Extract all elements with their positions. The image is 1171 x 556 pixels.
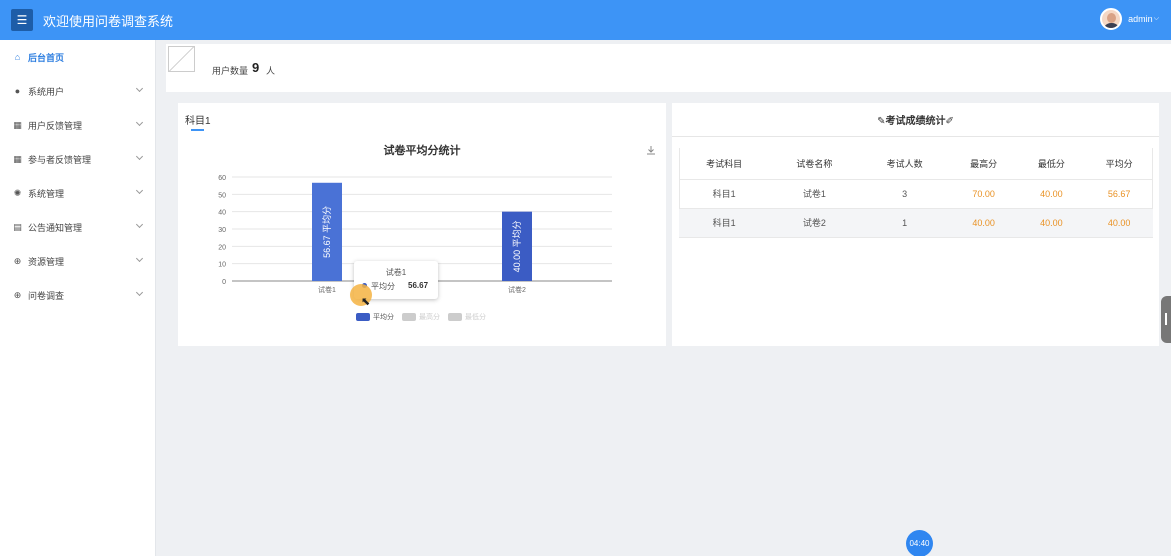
y-tick-label: 40 xyxy=(218,210,226,217)
sidebar-item-label: 问卷调查 xyxy=(28,290,65,301)
legend-swatch xyxy=(402,313,416,321)
user-icon: ● xyxy=(14,85,21,96)
table-cell: 40.00 xyxy=(949,208,1018,238)
chevron-down-icon[interactable]: ⌵ xyxy=(1154,15,1159,23)
y-tick-label: 10 xyxy=(218,262,226,269)
y-tick-label: 0 xyxy=(222,279,226,286)
column-header: 最高分 xyxy=(949,148,1018,180)
side-drawer-handle[interactable] xyxy=(1161,296,1171,343)
y-tick-label: 30 xyxy=(218,227,226,234)
sidebar-item-announcements[interactable]: ▤ 公告通知管理 xyxy=(0,210,155,244)
document-icon: ▤ xyxy=(13,221,22,232)
chevron-down-icon xyxy=(135,84,144,93)
table-title: ✎考试成绩统计✐ xyxy=(877,116,954,127)
table-cell: 试卷1 xyxy=(769,179,860,209)
sidebar-item-label: 后台首页 xyxy=(28,52,65,63)
table-cell: 40.00 xyxy=(1017,179,1086,209)
table-row[interactable]: 科目1 试卷1 3 70.00 40.00 56.67 xyxy=(679,179,1153,209)
user-menu[interactable]: admin ⌵ xyxy=(1100,8,1159,30)
mouse-pointer-icon: ⬉ xyxy=(361,296,371,308)
legend-item-max[interactable]: 最高分 xyxy=(402,312,440,322)
y-tick-label: 60 xyxy=(218,175,226,182)
table-cell: 70.00 xyxy=(949,179,1018,209)
score-table-panel: ✎考试成绩统计✐ 考试科目 试卷名称 考试人数 最高分 最低分 平均分 科目1 … xyxy=(672,103,1159,346)
legend-swatch xyxy=(448,313,462,321)
table-cell: 3 xyxy=(859,179,950,209)
sidebar-item-user-feedback[interactable]: ▦ 用户反馈管理 xyxy=(0,108,155,142)
column-header: 最低分 xyxy=(1017,148,1086,180)
grid-icon: ▦ xyxy=(13,119,22,130)
sidebar-item-label: 参与者反馈管理 xyxy=(28,154,92,165)
home-icon: ⌂ xyxy=(14,51,21,62)
sidebar: ⌂ 后台首页 ● 系统用户 ▦ 用户反馈管理 ▦ 参与者反馈管理 ✺ 系统管理 … xyxy=(0,40,156,556)
hamburger-icon[interactable]: ☰ xyxy=(11,9,33,31)
table-cell: 科目1 xyxy=(679,208,770,238)
bar-data-label: 40.00 平均分 xyxy=(511,220,522,272)
x-tick-label: 试卷1 xyxy=(318,285,336,294)
chevron-down-icon xyxy=(135,288,144,297)
score-table: 考试科目 试卷名称 考试人数 最高分 最低分 平均分 科目1 试卷1 3 70.… xyxy=(679,148,1153,238)
chevron-down-icon xyxy=(135,186,144,195)
chevron-down-icon xyxy=(135,220,144,229)
sidebar-item-label: 公告通知管理 xyxy=(28,222,83,233)
table-cell: 40.00 xyxy=(1017,208,1086,238)
stat-value: 9 xyxy=(252,60,260,75)
x-tick-label: 试卷2 xyxy=(508,285,526,294)
plus-circle-icon: ⊕ xyxy=(13,289,22,300)
sidebar-item-label: 资源管理 xyxy=(28,256,65,267)
sidebar-item-label: 系统管理 xyxy=(28,188,65,199)
table-cell: 40.00 xyxy=(1085,208,1153,238)
legend-item-min[interactable]: 最低分 xyxy=(448,312,486,322)
chevron-down-icon xyxy=(135,152,144,161)
avatar[interactable] xyxy=(1100,8,1123,30)
column-header: 平均分 xyxy=(1085,148,1153,180)
legend-label: 最高分 xyxy=(419,314,440,321)
broken-image-icon xyxy=(168,46,195,72)
sidebar-item-system-management[interactable]: ✺ 系统管理 xyxy=(0,176,155,210)
gear-icon: ✺ xyxy=(13,187,22,198)
timer-badge: 04:40 xyxy=(906,530,933,556)
chart-legend: 平均分 最高分 最低分 xyxy=(356,312,494,322)
sidebar-item-label: 用户反馈管理 xyxy=(28,120,83,131)
app-title: 欢迎使用问卷调查系统 xyxy=(43,13,174,29)
plus-circle-icon: ⊕ xyxy=(13,255,22,266)
sidebar-item-participant-feedback[interactable]: ▦ 参与者反馈管理 xyxy=(0,142,155,176)
divider xyxy=(672,136,1159,137)
column-header: 考试人数 xyxy=(859,148,950,180)
grid-icon: ▦ xyxy=(13,153,22,164)
table-header-row: 考试科目 试卷名称 考试人数 最高分 最低分 平均分 xyxy=(679,148,1153,180)
sidebar-item-home[interactable]: ⌂ 后台首页 xyxy=(0,40,155,74)
stat-label: 用户数量 xyxy=(212,66,249,76)
column-header: 试卷名称 xyxy=(769,148,860,180)
column-header: 考试科目 xyxy=(679,148,770,180)
sidebar-item-label: 系统用户 xyxy=(28,86,65,97)
sidebar-item-system-users[interactable]: ● 系统用户 xyxy=(0,74,155,108)
tooltip-value: 56.67 xyxy=(408,281,429,290)
tooltip-series-name: 平均分 xyxy=(371,282,395,291)
sidebar-item-surveys[interactable]: ⊕ 问卷调查 xyxy=(0,278,155,312)
table-cell: 1 xyxy=(859,208,950,238)
chevron-down-icon xyxy=(135,254,144,263)
username[interactable]: admin xyxy=(1128,14,1153,24)
table-row[interactable]: 科目1 试卷2 1 40.00 40.00 40.00 xyxy=(679,208,1153,238)
legend-item-average[interactable]: 平均分 xyxy=(356,312,394,322)
sidebar-item-resources[interactable]: ⊕ 资源管理 xyxy=(0,244,155,278)
chevron-down-icon xyxy=(135,118,144,127)
tooltip-title: 试卷1 xyxy=(385,268,407,277)
legend-label: 最低分 xyxy=(465,314,486,321)
table-cell: 试卷2 xyxy=(769,208,860,238)
chart-panel: 科目1 试卷平均分统计 0 10 20 30 40 50 60 56.67 平均分 试卷1 40.… xyxy=(178,103,666,346)
legend-label: 平均分 xyxy=(373,314,394,321)
top-bar: ☰ 欢迎使用问卷调查系统 admin ⌵ xyxy=(0,0,1171,40)
y-tick-label: 50 xyxy=(218,192,226,199)
table-cell: 56.67 xyxy=(1085,179,1153,209)
bar-chart: 010203040506056.67 平均分试卷140.00 平均分试卷2 xyxy=(218,175,612,294)
table-cell: 科目1 xyxy=(679,179,770,209)
legend-swatch xyxy=(356,313,370,321)
bar-data-label: 56.67 平均分 xyxy=(321,206,332,258)
stats-card: 用户数量 9 人 xyxy=(166,44,1171,92)
stat-unit: 人 xyxy=(266,66,276,76)
y-tick-label: 20 xyxy=(218,244,226,251)
